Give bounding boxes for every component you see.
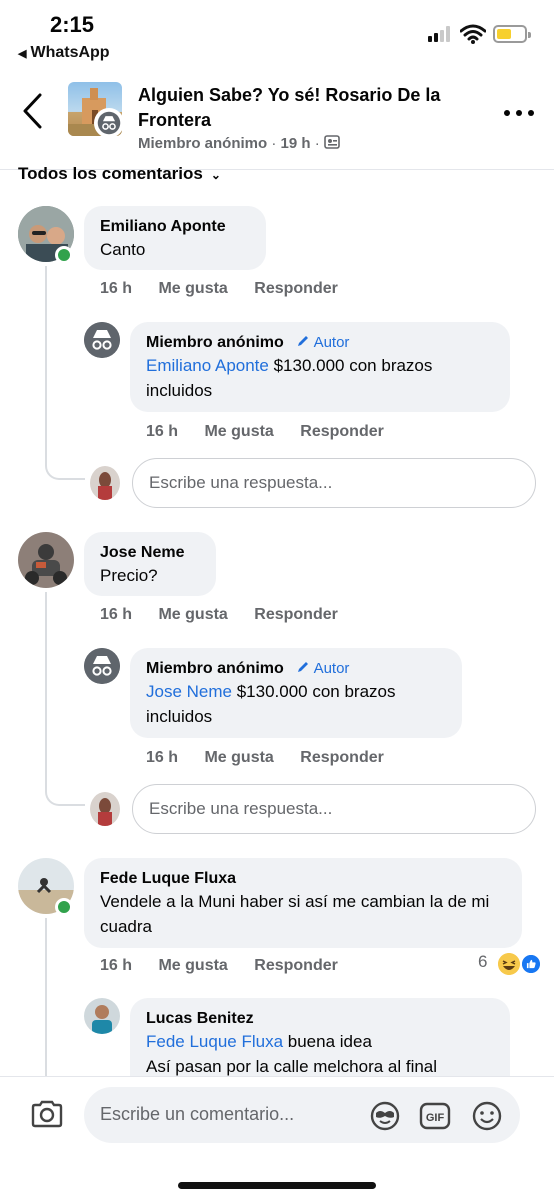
reply-text: buena idea (283, 1032, 372, 1051)
back-to-app-link[interactable]: ◀ WhatsApp (18, 44, 110, 62)
cellular-signal-icon (428, 26, 454, 42)
mention-link[interactable]: Emiliano Aponte (146, 356, 269, 375)
thread-connector (45, 786, 85, 806)
reply-actions: 16 h Me gusta Responder (146, 423, 406, 441)
avatar-jose-neme[interactable] (18, 532, 74, 588)
current-user-avatar (90, 466, 120, 500)
reply-input[interactable]: Escribe una respuesta... (132, 458, 536, 508)
anonymous-member-icon (84, 322, 120, 358)
reply-time: 16 h (146, 749, 179, 766)
anonymous-badge-icon (94, 108, 122, 136)
camera-icon[interactable] (30, 1099, 64, 1129)
comment-time: 16 h (100, 606, 133, 623)
like-button[interactable]: Me gusta (158, 280, 227, 297)
chevron-down-icon: ⌄ (210, 168, 221, 182)
like-button[interactable]: Me gusta (158, 606, 227, 623)
thread-line (45, 266, 47, 466)
comment-actions: 16 h Me gusta Responder (100, 606, 360, 624)
reply-bubble[interactable]: Miembro anónimo Autor Jose Neme $130.000… (130, 648, 462, 738)
like-button[interactable]: Me gusta (158, 957, 227, 974)
reply-input[interactable]: Escribe una respuesta... (132, 784, 536, 834)
avatar-lucas-benitez[interactable] (84, 998, 120, 1034)
comment-text: Precio? (100, 566, 158, 585)
comment-input[interactable]: Escribe un comentario... GIF (84, 1087, 520, 1143)
status-time: 2:15 (50, 12, 95, 37)
thread-line (45, 918, 47, 1078)
post-author: Miembro anónimo (138, 135, 268, 152)
svg-text:GIF: GIF (426, 1112, 445, 1124)
thread-connector (45, 460, 85, 480)
reaction-count[interactable]: 6 (478, 952, 487, 972)
comment-author[interactable]: Jose Neme (100, 542, 200, 563)
comment-bubble[interactable]: Emiliano Aponte Canto (84, 206, 266, 270)
back-triangle-icon: ◀ (18, 48, 27, 60)
post-subtitle: Miembro anónimo · 19 h · (138, 135, 340, 152)
battery-icon (493, 25, 531, 43)
reply-button[interactable]: Responder (254, 606, 338, 623)
comment-actions: 16 h Me gusta Responder (100, 280, 360, 298)
chevron-left-icon[interactable] (20, 92, 46, 130)
author-badge: Autor (296, 660, 349, 677)
comment-placeholder: Escribe un comentario... (100, 1104, 295, 1124)
comment-author[interactable]: Fede Luque Fluxa (100, 868, 506, 889)
online-status-dot (55, 246, 73, 264)
group-avatar[interactable] (68, 82, 122, 136)
reply-actions: 16 h Me gusta Responder (146, 749, 406, 767)
comment-bubble[interactable]: Fede Luque Fluxa Vendele a la Muni haber… (84, 858, 522, 948)
reply-time: 16 h (146, 423, 179, 440)
thread-line (45, 592, 47, 792)
post-header: Alguien Sabe? Yo sé! Rosario De la Front… (0, 70, 554, 170)
reply-button[interactable]: Responder (254, 957, 338, 974)
mention-link[interactable]: Jose Neme (146, 682, 232, 701)
like-button[interactable]: Me gusta (204, 749, 273, 766)
group-privacy-icon (324, 135, 340, 149)
gif-icon[interactable]: GIF (418, 1099, 452, 1133)
online-status-dot (55, 898, 73, 916)
like-icon (520, 953, 542, 975)
mention-link[interactable]: Fede Luque Fluxa (146, 1032, 283, 1051)
haha-icon (498, 953, 520, 975)
comment-bubble[interactable]: Jose Neme Precio? (84, 532, 216, 596)
comment-author[interactable]: Emiliano Aponte (100, 216, 250, 237)
reply-button[interactable]: Responder (300, 749, 384, 766)
reply-bubble[interactable]: Miembro anónimo Autor Emiliano Aponte $1… (130, 322, 510, 412)
comments-filter-dropdown[interactable]: Todos los comentarios ⌄ (18, 164, 221, 184)
comment-text: Canto (100, 240, 146, 259)
reply-author[interactable]: Miembro anónimo (146, 334, 284, 351)
comment-actions: 16 h Me gusta Responder (100, 957, 360, 975)
home-indicator (178, 1182, 376, 1189)
reply-button[interactable]: Responder (254, 280, 338, 297)
like-button[interactable]: Me gusta (204, 423, 273, 440)
emoji-icon[interactable] (470, 1099, 504, 1133)
group-title[interactable]: Alguien Sabe? Yo sé! Rosario De la Front… (138, 83, 478, 133)
current-user-avatar (90, 792, 120, 826)
comment-text: Vendele a la Muni haber si así me cambia… (100, 892, 490, 936)
status-bar: 2:15 ◀ WhatsApp (0, 0, 554, 70)
reply-button[interactable]: Responder (300, 423, 384, 440)
author-badge: Autor (296, 334, 349, 351)
comment-time: 16 h (100, 280, 133, 297)
avatar-sticker-icon[interactable] (368, 1099, 402, 1133)
wifi-icon (460, 24, 486, 44)
more-options-icon[interactable] (504, 108, 534, 118)
pencil-icon (298, 662, 309, 672)
anonymous-member-icon (84, 648, 120, 684)
reply-author[interactable]: Lucas Benitez (146, 1008, 494, 1029)
pencil-icon (298, 336, 309, 346)
post-time: 19 h (280, 135, 311, 152)
reply-author[interactable]: Miembro anónimo (146, 660, 284, 677)
comment-time: 16 h (100, 957, 133, 974)
